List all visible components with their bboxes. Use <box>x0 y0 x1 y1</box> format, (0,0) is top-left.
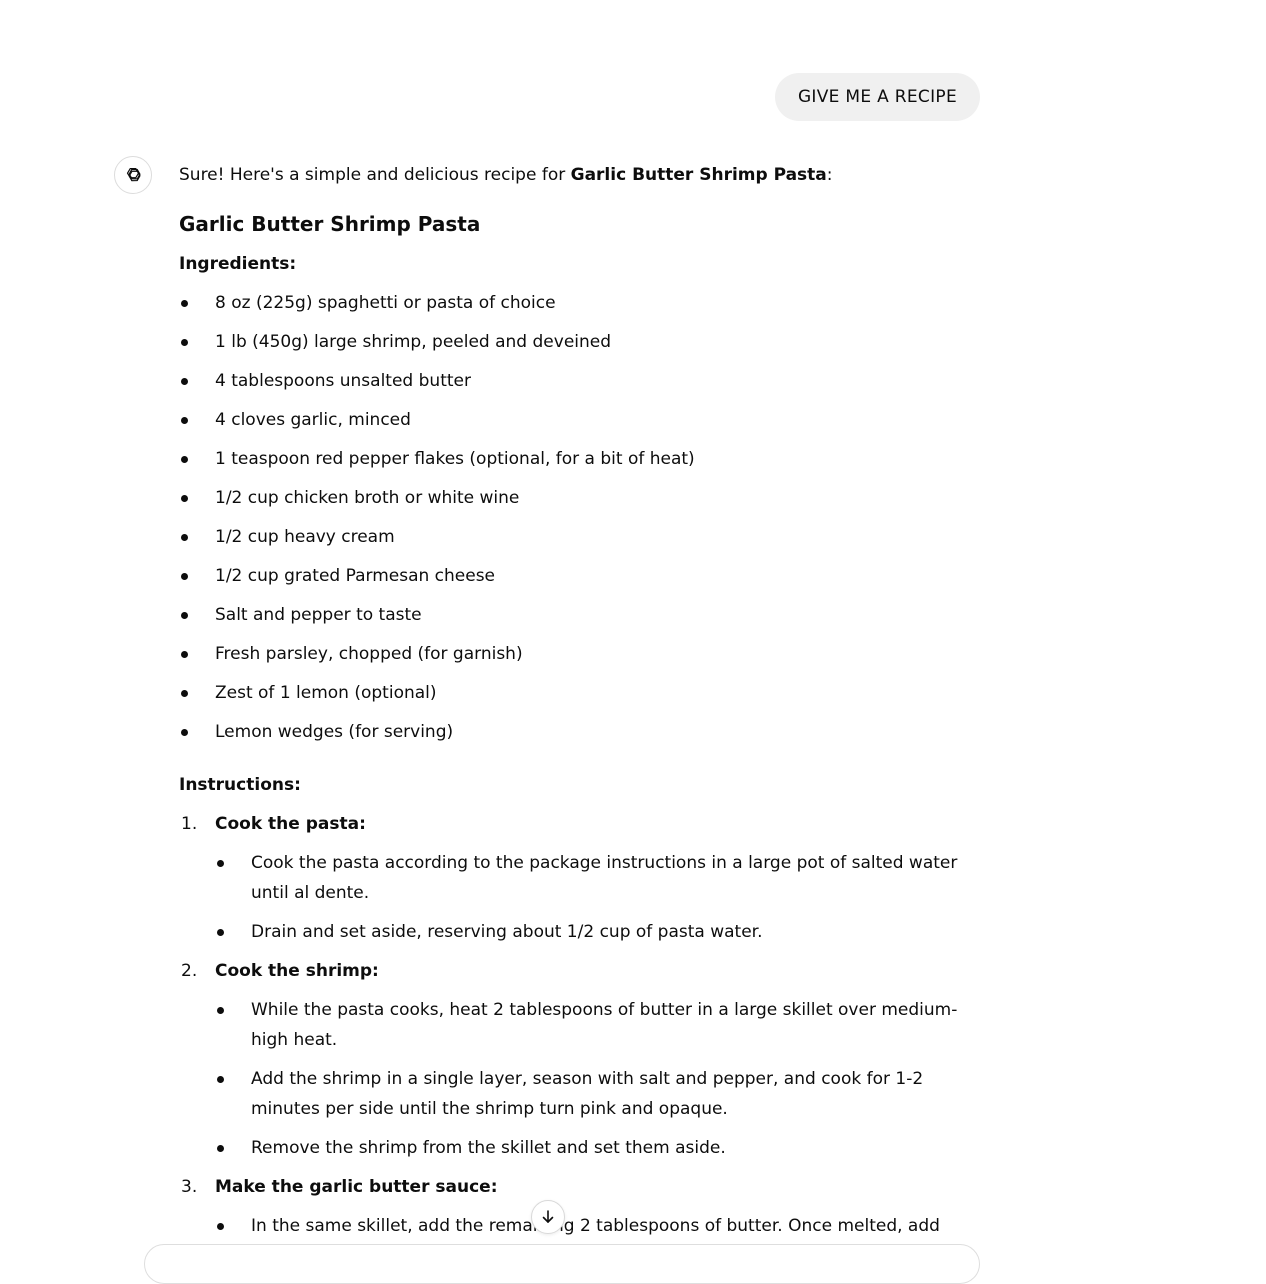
ingredient-text: 1 lb (450g) large shrimp, peeled and dev… <box>215 332 612 352</box>
step-detail-text: Add the shrimp in a single layer, season… <box>251 1069 924 1119</box>
assistant-avatar <box>114 156 152 194</box>
ingredient-text: 1 teaspoon red pepper flakes (optional, … <box>215 449 695 469</box>
ingredient-text: 4 tablespoons unsalted butter <box>215 371 471 391</box>
ingredients-heading: Ingredients: <box>179 254 297 274</box>
intro-prefix: Sure! Here's a simple and delicious reci… <box>179 165 571 185</box>
step-number: 1. <box>181 814 198 834</box>
step-detail-text: Cook the pasta according to the package … <box>251 853 958 903</box>
ingredient-text: Lemon wedges (for serving) <box>215 722 454 742</box>
ingredient-text: 4 cloves garlic, minced <box>215 410 411 430</box>
ingredient-text: 1/2 cup grated Parmesan cheese <box>215 566 496 586</box>
recipe-title: Garlic Butter Shrimp Pasta <box>179 212 481 236</box>
ingredient-text: Zest of 1 lemon (optional) <box>215 683 437 703</box>
step-title: Make the garlic butter sauce: <box>215 1177 498 1197</box>
step-detail-text: Drain and set aside, reserving about 1/2… <box>251 922 763 942</box>
intro-recipe-name: Garlic Butter Shrimp Pasta <box>570 165 827 185</box>
step-number: 2. <box>181 961 198 981</box>
step-detail-text: Remove the shrimp from the skillet and s… <box>251 1138 726 1158</box>
intro-text: Sure! Here's a simple and delicious reci… <box>179 160 833 190</box>
user-message-bubble: GIVE ME A RECIPE <box>774 73 980 121</box>
step-title: Cook the shrimp: <box>215 961 379 981</box>
ingredient-text: Salt and pepper to taste <box>215 605 422 625</box>
message-composer[interactable] <box>144 1244 980 1284</box>
intro-suffix: : <box>826 165 833 185</box>
instructions-heading: Instructions: <box>179 775 301 795</box>
ingredient-text: 1/2 cup chicken broth or white wine <box>215 488 520 508</box>
ingredient-text: Fresh parsley, chopped (for garnish) <box>215 644 523 664</box>
step-number: 3. <box>181 1177 198 1197</box>
openai-logo-icon <box>126 167 141 182</box>
step-detail-text: While the pasta cooks, heat 2 tablespoon… <box>251 1000 958 1050</box>
step-detail-text: In the same skillet, add the remaining 2… <box>251 1216 940 1236</box>
user-message-text: GIVE ME A RECIPE <box>797 87 957 107</box>
step-title: Cook the pasta: <box>215 814 366 834</box>
scroll-to-bottom-button[interactable] <box>531 1200 565 1234</box>
ingredient-text: 8 oz (225g) spaghetti or pasta of choice <box>215 293 556 313</box>
arrow-down-icon <box>542 1210 554 1223</box>
ingredient-text: 1/2 cup heavy cream <box>215 527 395 547</box>
